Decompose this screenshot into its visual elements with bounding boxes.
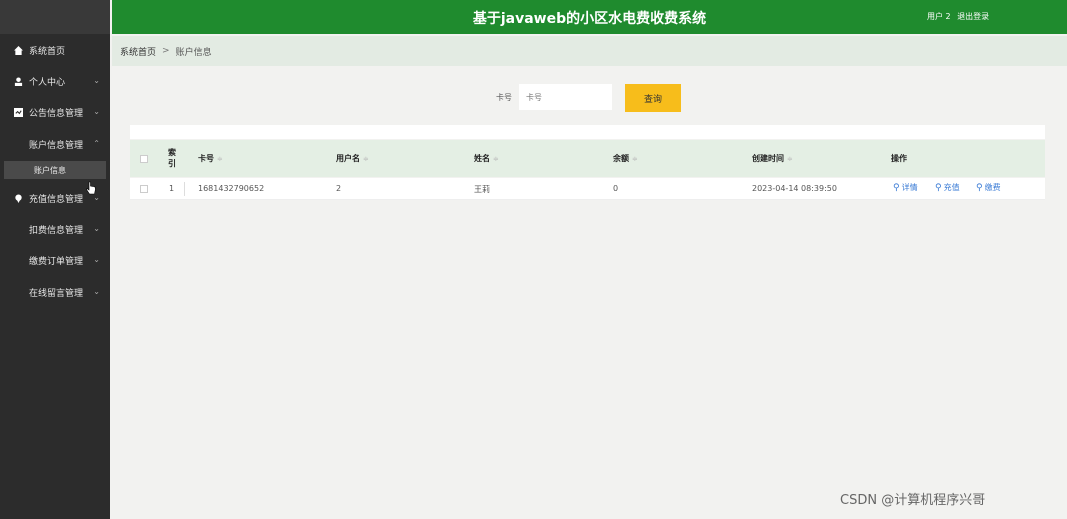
sidebar-item-label: 在线留言管理 <box>29 288 84 299</box>
notice-icon <box>14 107 23 117</box>
action-label: 充值 <box>943 183 960 192</box>
pin-icon <box>14 193 23 203</box>
sidebar-item-label: 扣费信息管理 <box>29 225 84 236</box>
table-header: 索引 卡号 ≑ 用户名 ≑ 姓名 ≑ 余额 ≑ 创建时间 ≑ 操作 <box>130 140 1045 177</box>
sidebar-item-personal-center[interactable]: 个人中心 ⌄ <box>0 67 110 95</box>
column-header-name[interactable]: 姓名 ≑ <box>474 153 499 164</box>
search-icon: ⚲ <box>935 183 942 193</box>
sidebar-item-payment-order-management[interactable]: 缴费订单管理 ⌄ <box>0 246 110 274</box>
table-row: 1 1681432790652 2 王莉 0 2023-04-14 08:39:… <box>130 178 1045 200</box>
action-label: 缴费 <box>984 183 1001 192</box>
column-header-label: 用户名 <box>336 154 360 163</box>
sort-icon: ≑ <box>787 155 793 163</box>
breadcrumb: 系统首页 > 账户信息 <box>112 36 1067 66</box>
sidebar-item-label: 缴费订单管理 <box>29 256 84 267</box>
action-label: 详情 <box>901 183 918 192</box>
sidebar-item-notice-management[interactable]: 公告信息管理 ⌄ <box>0 98 110 126</box>
sidebar-item-message-management[interactable]: 在线留言管理 ⌄ <box>0 278 110 306</box>
card-search-input[interactable] <box>519 84 612 110</box>
chevron-down-icon: ⌄ <box>93 76 100 85</box>
card-search-label: 卡号 <box>496 93 512 102</box>
chevron-down-icon: ⌄ <box>93 287 100 296</box>
mouse-cursor-icon <box>86 181 96 195</box>
cell-username: 2 <box>336 184 342 193</box>
column-header-actions: 操作 <box>891 154 907 163</box>
chevron-down-icon: ⌄ <box>93 107 100 116</box>
grid-icon <box>14 288 23 297</box>
header-user-area: 用户 2 退出登录 <box>927 11 989 22</box>
user-icon <box>14 76 23 86</box>
column-header-created[interactable]: 创建时间 ≑ <box>752 153 793 164</box>
grid-icon <box>14 225 23 234</box>
cell-created: 2023-04-14 08:39:50 <box>752 184 837 193</box>
chevron-down-icon: ⌄ <box>93 224 100 233</box>
column-header-balance[interactable]: 余额 ≑ <box>613 153 638 164</box>
sidebar-logo-area <box>0 0 110 34</box>
sidebar: 系统首页 个人中心 ⌄ 公告信息管理 ⌄ 账户信息管理 ⌃ 账户信息 充值信息管… <box>0 0 110 519</box>
cell-balance: 0 <box>613 184 619 193</box>
chevron-up-icon: ⌃ <box>93 139 100 148</box>
search-icon: ⚲ <box>976 183 983 193</box>
cell-index: 1 <box>169 184 175 193</box>
sidebar-item-label: 充值信息管理 <box>29 194 84 205</box>
sidebar-item-label: 公告信息管理 <box>29 108 84 119</box>
search-icon: ⚲ <box>893 183 900 193</box>
sidebar-item-deduction-management[interactable]: 扣费信息管理 ⌄ <box>0 215 110 243</box>
row-checkbox[interactable] <box>140 185 148 193</box>
pay-action-link[interactable]: ⚲ 缴费 <box>976 182 1001 193</box>
row-divider <box>184 182 185 196</box>
breadcrumb-current: 账户信息 <box>175 47 212 58</box>
breadcrumb-home[interactable]: 系统首页 <box>120 45 156 58</box>
home-icon <box>14 45 23 55</box>
chevron-down-icon: ⌄ <box>93 255 100 264</box>
detail-action-link[interactable]: ⚲ 详情 <box>893 182 918 193</box>
current-user: 用户 2 <box>927 12 951 21</box>
top-header: 基于javaweb的小区水电费收费系统 用户 2 退出登录 <box>112 0 1067 34</box>
breadcrumb-separator: > <box>162 46 170 56</box>
grid-icon <box>14 140 23 149</box>
cell-name: 王莉 <box>474 185 490 194</box>
sort-icon: ≑ <box>493 155 499 163</box>
app-title: 基于javaweb的小区水电费收费系统 <box>472 11 707 27</box>
sidebar-item-account-management[interactable]: 账户信息管理 ⌃ <box>0 130 110 158</box>
column-header-label: 卡号 <box>198 154 214 163</box>
cell-card: 1681432790652 <box>198 184 265 193</box>
query-button[interactable]: 查询 <box>625 84 681 112</box>
sidebar-item-label: 个人中心 <box>29 77 66 88</box>
column-header-index: 索引 <box>168 148 176 168</box>
select-all-checkbox[interactable] <box>140 155 148 163</box>
sort-icon: ≑ <box>217 155 223 163</box>
recharge-action-link[interactable]: ⚲ 充值 <box>935 182 960 193</box>
column-header-card[interactable]: 卡号 ≑ <box>198 153 223 164</box>
sort-icon: ≑ <box>363 155 369 163</box>
sidebar-item-label: 系统首页 <box>29 46 66 57</box>
column-header-label: 姓名 <box>474 154 490 163</box>
sidebar-subitem-account-info[interactable]: 账户信息 <box>4 161 106 179</box>
logout-link[interactable]: 退出登录 <box>957 12 989 21</box>
sort-icon: ≑ <box>632 155 638 163</box>
column-header-label: 余额 <box>613 154 629 163</box>
column-header-username[interactable]: 用户名 ≑ <box>336 153 369 164</box>
table-toolbar <box>130 125 1045 139</box>
watermark: CSDN @计算机程序兴哥 <box>840 493 986 508</box>
grid-icon <box>14 256 23 265</box>
column-header-label: 创建时间 <box>752 154 784 163</box>
sidebar-item-label: 账户信息管理 <box>29 140 84 151</box>
sidebar-subitem-label: 账户信息 <box>34 165 66 175</box>
sidebar-item-home[interactable]: 系统首页 <box>0 36 110 64</box>
